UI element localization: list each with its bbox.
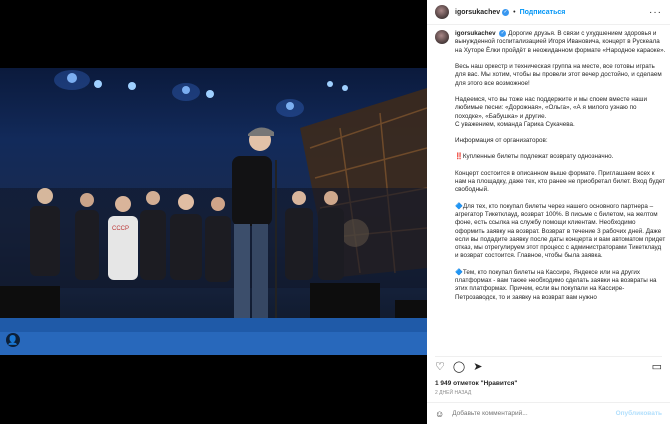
tagged-users-icon[interactable]: 👤 [6,333,20,347]
verified-badge-icon: ✓ [502,8,510,16]
emoji-icon[interactable]: ☺ [435,409,444,419]
comment-input[interactable] [452,410,616,417]
post-media[interactable]: CCCP 👤 [0,0,427,424]
post-caption: igorsukachev ✓ Дорогие друзья. В связи с… [435,30,666,352]
caption-username[interactable]: igorsukachev [455,30,496,37]
concert-photo: CCCP 👤 [0,68,427,355]
caption-paragraph: Весь наш оркестр и техническая группа на… [455,63,662,87]
caption-paragraph: ‼️Купленные билеты подлежат возврату одн… [455,153,614,161]
avatar[interactable] [435,5,449,19]
heart-icon[interactable]: ♡ [435,360,445,373]
post-header: igorsukachev ✓ • Подписаться ··· [427,0,670,25]
likes-count[interactable]: 1 949 отметок "Нравится" [435,380,517,387]
svg-text:CCCP: CCCP [112,226,129,232]
caption-paragraph: 🔷Тем, кто покупал билеты на Кассире, Янд… [455,268,657,301]
author-username[interactable]: igorsukachev [455,9,500,16]
post-date: 2 ДНЕЙ НАЗАД [435,390,472,396]
post-actions: ♡ ◯ ➤ ▭ [435,356,662,374]
bookmark-icon[interactable]: ▭ [652,360,662,373]
publish-button[interactable]: Опубликовать [616,410,662,417]
comment-icon[interactable]: ◯ [453,360,465,373]
caption-paragraph: Информация от организаторов: [455,137,548,145]
separator-dot: • [513,8,516,16]
more-options-icon[interactable]: ··· [649,7,662,18]
caption-paragraph: Концерт состоится в описанном выше форма… [455,169,666,194]
share-icon[interactable]: ➤ [473,360,482,373]
caption-paragraph: 🔷Для тех, кто покупал билеты через нашег… [455,202,666,260]
concert-stage-illustration: CCCP [0,70,427,355]
caption-paragraph: Надеемся, что вы тоже нас поддержите и м… [455,95,647,128]
follow-button[interactable]: Подписаться [520,9,566,16]
post-sidebar: igorsukachev ✓ • Подписаться ··· igorsuk… [427,0,670,424]
verified-badge-icon: ✓ [499,30,507,37]
comment-bar: ☺ Опубликовать [427,402,670,424]
caption-avatar[interactable] [435,30,449,44]
